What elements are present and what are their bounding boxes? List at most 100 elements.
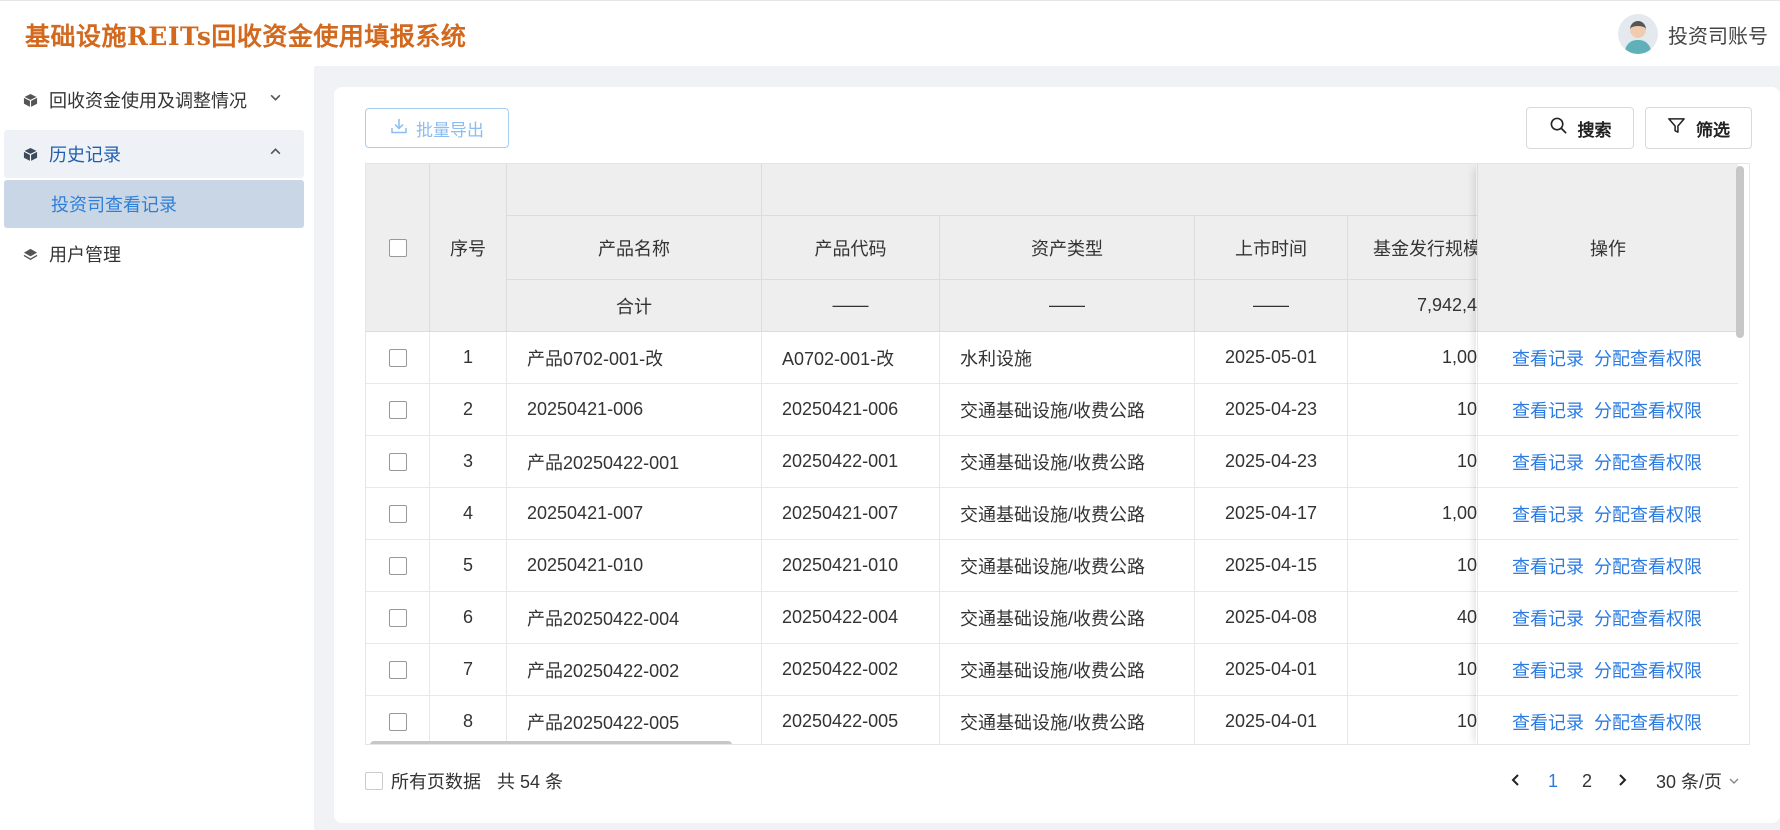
cell-product-code-text: 20250422-002 xyxy=(782,659,899,679)
cell-list-date-text: 2025-04-17 xyxy=(1224,503,1318,523)
cell-product-name: 产品20250422-004 xyxy=(507,592,762,644)
totals-fund-scale: 7,942,4 xyxy=(1348,280,1478,332)
view-record-link[interactable]: 查看记录 xyxy=(1512,501,1584,527)
row-checkbox[interactable] xyxy=(388,348,407,367)
cell-asset-type: 交通基础设施/收费公路 xyxy=(940,592,1195,644)
row-checkbox-cell xyxy=(366,540,430,592)
cell-list-date: 2025-04-23 xyxy=(1195,436,1348,488)
row-checkbox[interactable] xyxy=(388,712,407,731)
filter-button[interactable]: 筛选 xyxy=(1645,107,1752,149)
row-checkbox[interactable] xyxy=(388,660,407,679)
header-group-band xyxy=(762,164,1478,216)
cell-product-name: 产品20250422-001 xyxy=(507,436,762,488)
view-record-link[interactable]: 查看记录 xyxy=(1512,605,1584,631)
assign-permission-link[interactable]: 分配查看权限 xyxy=(1594,605,1702,631)
cell-product-name: 产品20250422-005 xyxy=(507,696,762,744)
assign-permission-link[interactable]: 分配查看权限 xyxy=(1594,553,1702,579)
pagination: 1 2 30 条/页 xyxy=(1510,768,1740,794)
header-list-date: 上市时间 xyxy=(1195,216,1348,280)
cell-fund-scale: 40 xyxy=(1348,592,1478,644)
view-record-link[interactable]: 查看记录 xyxy=(1512,345,1584,371)
row-checkbox-cell xyxy=(366,696,430,744)
cell-index-text: 8 xyxy=(462,711,473,731)
cell-list-date: 2025-04-01 xyxy=(1195,644,1348,696)
cell-asset-type-text: 交通基础设施/收费公路 xyxy=(960,712,1145,733)
all-pages-checkbox[interactable] xyxy=(365,772,383,790)
sidebar: 回收资金使用及调整情况 历史记录 投资司查看记录 用户管理 xyxy=(0,66,314,830)
account-menu[interactable]: 投资司账号 xyxy=(1618,14,1768,54)
cell-index: 5 xyxy=(430,540,507,592)
page-1[interactable]: 1 xyxy=(1548,771,1558,792)
batch-export-button[interactable]: 批量导出 xyxy=(365,108,509,148)
horizontal-scrollbar[interactable] xyxy=(370,741,732,744)
view-record-link[interactable]: 查看记录 xyxy=(1512,449,1584,475)
cell-product-name: 20250421-007 xyxy=(507,488,762,540)
cell-actions: 查看记录 分配查看权限 xyxy=(1478,488,1738,540)
sidebar-item-label: 历史记录 xyxy=(49,145,121,165)
cell-list-date: 2025-05-01 xyxy=(1195,332,1348,384)
sidebar-item-user-management[interactable]: 用户管理 xyxy=(4,230,304,278)
cell-product-code-text: 20250422-001 xyxy=(782,451,899,471)
page-2[interactable]: 2 xyxy=(1582,771,1592,792)
cell-index-text: 6 xyxy=(462,607,473,627)
cell-index: 3 xyxy=(430,436,507,488)
sidebar-item-fund-usage[interactable]: 回收资金使用及调整情况 xyxy=(4,76,304,124)
row-checkbox[interactable] xyxy=(388,452,407,471)
cell-product-name-text: 20250421-010 xyxy=(527,555,644,575)
page-size-select[interactable]: 30 条/页 xyxy=(1656,768,1722,794)
cell-fund-scale: 10 xyxy=(1348,540,1478,592)
cell-actions: 查看记录 分配查看权限 xyxy=(1478,540,1738,592)
vertical-scrollbar[interactable] xyxy=(1736,166,1744,338)
row-checkbox-cell xyxy=(366,488,430,540)
cell-actions: 查看记录 分配查看权限 xyxy=(1478,696,1738,744)
cell-product-code: 20250422-005 xyxy=(762,696,940,744)
row-checkbox[interactable] xyxy=(388,400,407,419)
row-checkbox-cell xyxy=(366,384,430,436)
assign-permission-link[interactable]: 分配查看权限 xyxy=(1594,501,1702,527)
cell-fund-scale-text: 40 xyxy=(1456,607,1477,627)
all-pages-label: 所有页数据 xyxy=(391,772,481,792)
assign-permission-link[interactable]: 分配查看权限 xyxy=(1594,657,1702,683)
search-icon xyxy=(1549,116,1568,140)
cell-index: 1 xyxy=(430,332,507,384)
row-checkbox[interactable] xyxy=(388,608,407,627)
cell-asset-type-text: 交通基础设施/收费公路 xyxy=(960,452,1145,473)
chevron-down-icon xyxy=(1728,771,1740,792)
cell-product-code-text: A0702-001-改 xyxy=(782,348,895,369)
view-record-link[interactable]: 查看记录 xyxy=(1512,397,1584,423)
view-record-link[interactable]: 查看记录 xyxy=(1512,709,1584,735)
cell-fund-scale: 1,00 xyxy=(1348,488,1478,540)
row-checkbox[interactable] xyxy=(388,504,407,523)
sidebar-item-view-records[interactable]: 投资司查看记录 xyxy=(4,180,304,228)
assign-permission-link[interactable]: 分配查看权限 xyxy=(1594,709,1702,735)
cell-index: 8 xyxy=(430,696,507,744)
cell-product-name: 产品20250422-002 xyxy=(507,644,762,696)
cell-fund-scale-text: 1,00 xyxy=(1441,503,1477,523)
view-record-link[interactable]: 查看记录 xyxy=(1512,657,1584,683)
view-record-link[interactable]: 查看记录 xyxy=(1512,553,1584,579)
cell-list-date-text: 2025-04-15 xyxy=(1224,555,1318,575)
next-page-icon[interactable] xyxy=(1616,771,1628,792)
cell-list-date-text: 2025-04-01 xyxy=(1224,711,1318,731)
assign-permission-link[interactable]: 分配查看权限 xyxy=(1594,397,1702,423)
cell-fund-scale: 10 xyxy=(1348,384,1478,436)
prev-page-icon[interactable] xyxy=(1510,771,1522,792)
sidebar-item-history[interactable]: 历史记录 xyxy=(4,130,304,178)
cube-icon xyxy=(22,146,39,163)
cell-actions: 查看记录 分配查看权限 xyxy=(1478,592,1738,644)
assign-permission-link[interactable]: 分配查看权限 xyxy=(1594,345,1702,371)
select-all-checkbox[interactable] xyxy=(388,238,407,257)
cell-fund-scale: 10 xyxy=(1348,436,1478,488)
header-asset-type: 资产类型 xyxy=(940,216,1195,280)
total-count: 共 54 条 xyxy=(497,772,564,792)
cell-index-text: 2 xyxy=(462,399,473,419)
cell-product-code-text: 20250422-004 xyxy=(782,607,899,627)
assign-permission-link[interactable]: 分配查看权限 xyxy=(1594,449,1702,475)
cell-product-name: 产品0702-001-改 xyxy=(507,332,762,384)
search-button[interactable]: 搜索 xyxy=(1526,107,1634,149)
filter-label: 筛选 xyxy=(1696,120,1730,140)
header-index: 序号 xyxy=(430,164,507,332)
cell-actions: 查看记录 分配查看权限 xyxy=(1478,332,1738,384)
row-checkbox[interactable] xyxy=(388,556,407,575)
cell-list-date: 2025-04-23 xyxy=(1195,384,1348,436)
